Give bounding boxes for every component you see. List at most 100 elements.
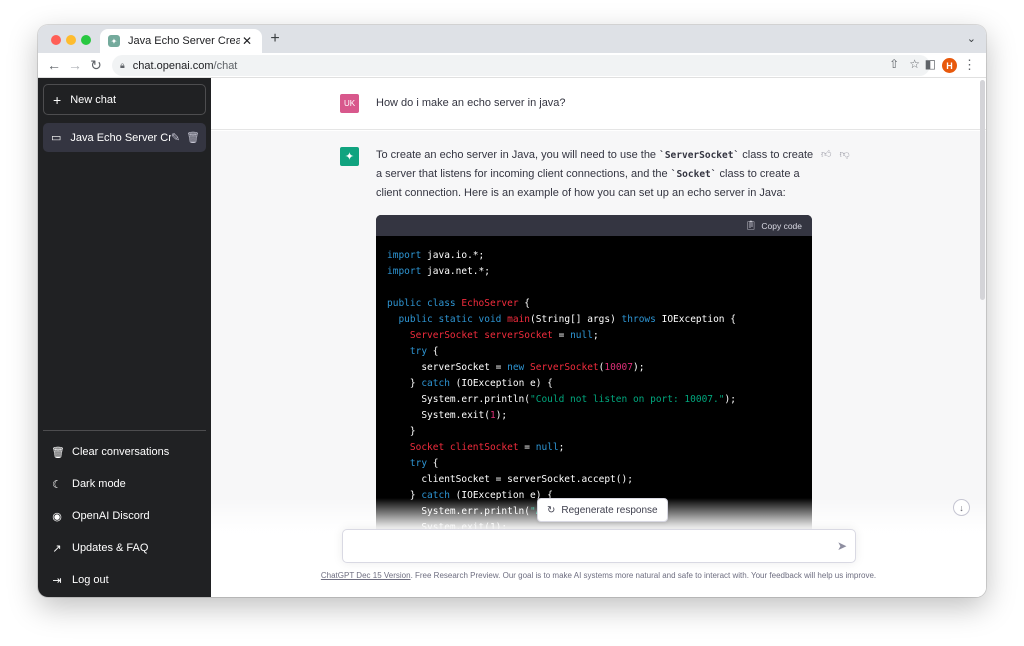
scrollbar-thumb[interactable]	[980, 80, 985, 300]
minimize-window-button[interactable]	[66, 35, 76, 45]
code-token: ;	[592, 330, 599, 341]
external-link-icon: ↗	[52, 542, 62, 555]
code-line: import java.net.*;	[387, 264, 801, 280]
forward-arrow-icon[interactable]: →	[67, 57, 83, 73]
scroll-down-button[interactable]: ↓	[953, 499, 970, 516]
code-token: System.exit(	[387, 410, 490, 421]
reload-icon[interactable]: ↻	[88, 57, 104, 73]
user-message: How do i make an echo server in java?	[376, 97, 566, 109]
version-link[interactable]: ChatGPT Dec 15 Version	[321, 571, 411, 580]
conversation-item[interactable]: ▭ Java Echo Server Crea ✎ 🗑︎	[43, 123, 206, 152]
clear-conversations-button[interactable]: 🗑︎ Clear conversations	[43, 436, 206, 468]
footer-text: . Free Research Preview. Our goal is to …	[410, 571, 877, 580]
log-out-label: Log out	[72, 574, 109, 586]
tab-search-chevron-icon[interactable]: ⌄	[967, 32, 976, 45]
code-token: serverSocket =	[387, 362, 508, 373]
code-token: try	[409, 458, 428, 469]
browser-window: ✦ Java Echo Server Creation ✕ + ⌄ ← → ↻ …	[38, 25, 986, 597]
url-host: chat.openai.com	[132, 59, 214, 72]
code-line: } catch (IOException e) {	[387, 376, 801, 392]
code-line: System.exit(1);	[387, 408, 801, 424]
assistant-text-part: To create an echo server in Java, you wi…	[376, 149, 660, 161]
updates-faq-link[interactable]: ↗ Updates & FAQ	[43, 532, 206, 564]
discord-icon: ◉	[52, 510, 62, 523]
assistant-message: To create an echo server in Java, you wi…	[376, 146, 816, 203]
code-token: }	[387, 426, 416, 437]
plus-icon: +	[53, 91, 62, 108]
code-token: );	[495, 410, 508, 421]
dark-mode-button[interactable]: ☾ Dark mode	[43, 468, 206, 500]
code-token: ;	[558, 442, 565, 453]
openai-discord-label: OpenAI Discord	[72, 510, 150, 522]
copy-code-button[interactable]: Copy code	[761, 221, 802, 231]
sidebar: + New chat ▭ Java Echo Server Crea ✎ 🗑︎ …	[38, 78, 211, 597]
chat-main: UK How do i make an echo server in java?…	[211, 78, 986, 597]
close-tab-icon[interactable]: ✕	[240, 34, 254, 48]
code-line: ServerSocket serverSocket = null;	[387, 328, 801, 344]
code-line: public class EchoServer {	[387, 296, 801, 312]
code-token: try	[409, 346, 428, 357]
code-token: {	[518, 298, 531, 309]
inline-code: `Socket`	[670, 169, 717, 180]
new-tab-button[interactable]: +	[267, 30, 283, 48]
maximize-window-button[interactable]	[81, 35, 91, 45]
openai-favicon-icon: ✦	[108, 35, 120, 47]
log-out-button[interactable]: ⇥ Log out	[43, 564, 206, 596]
chat-bubble-icon: ▭	[51, 132, 62, 144]
profile-avatar[interactable]: H	[942, 58, 957, 73]
code-token: public class	[387, 298, 456, 309]
close-window-button[interactable]	[51, 35, 61, 45]
send-arrow-icon[interactable]: ➤	[837, 539, 847, 553]
code-token: =	[518, 442, 536, 453]
trash-icon: 🗑︎	[51, 446, 65, 459]
code-line: serverSocket = new ServerSocket(10007);	[387, 360, 801, 376]
user-message-row: UK How do i make an echo server in java?	[211, 78, 986, 130]
code-body: import java.io.*; import java.net.*; publ…	[376, 236, 812, 535]
new-chat-button[interactable]: + New chat	[43, 84, 206, 115]
delete-trash-icon[interactable]: 🗑︎	[186, 131, 200, 144]
browser-menu-icon[interactable]: ⋮	[963, 57, 976, 73]
updates-faq-label: Updates & FAQ	[72, 542, 149, 554]
code-token: null	[570, 330, 593, 341]
footer-disclaimer: ChatGPT Dec 15 Version. Free Research Pr…	[211, 571, 986, 580]
browser-tab[interactable]: ✦ Java Echo Server Creation ✕	[100, 29, 262, 53]
regenerate-response-button[interactable]: ↻ Regenerate response	[537, 498, 668, 522]
code-token: public static void	[398, 314, 502, 325]
code-token: java.net.*;	[421, 266, 490, 277]
code-token: (IOException e) {	[449, 378, 553, 389]
share-icon[interactable]: ⇧	[889, 57, 899, 71]
code-token: java.io.*;	[421, 250, 485, 261]
code-token: );	[633, 362, 645, 373]
sidebar-menu: 🗑︎ Clear conversations ☾ Dark mode ◉ Ope…	[43, 436, 206, 596]
thumbs-up-icon[interactable]: 👍︎	[821, 148, 831, 160]
prompt-input[interactable]: ➤	[342, 529, 856, 563]
code-token: =	[552, 330, 571, 341]
code-block: 📋︎ Copy code import java.io.*; import jav…	[376, 215, 812, 535]
thumbs-down-icon[interactable]: 👎︎	[839, 148, 849, 160]
code-line: try {	[387, 456, 801, 472]
browser-toolbar: ← → ↻ 🔒︎ chat.openai.com/chat ⇧ ☆ ◧ H ⋮	[38, 53, 986, 78]
address-bar[interactable]: 🔒︎ chat.openai.com/chat	[112, 55, 930, 76]
code-token: (String[] args)	[530, 314, 622, 325]
openai-discord-link[interactable]: ◉ OpenAI Discord	[43, 500, 206, 532]
code-token: System.err.println(	[387, 394, 530, 405]
feedback-buttons: 👍︎ 👎︎	[821, 148, 850, 160]
code-token: );	[724, 394, 736, 405]
tab-strip: ✦ Java Echo Server Creation ✕ + ⌄	[38, 25, 986, 53]
code-token: Socket clientSocket	[409, 442, 519, 453]
dark-mode-label: Dark mode	[72, 478, 126, 490]
new-chat-label: New chat	[70, 93, 117, 106]
back-arrow-icon[interactable]: ←	[46, 57, 62, 73]
regenerate-label: Regenerate response	[561, 504, 658, 516]
code-line: }	[387, 424, 801, 440]
edit-pencil-icon[interactable]: ✎	[171, 131, 180, 144]
page-content: + New chat ▭ Java Echo Server Crea ✎ 🗑︎ …	[38, 78, 986, 597]
code-token: {	[427, 346, 439, 357]
sidebar-divider	[43, 430, 206, 431]
code-token: catch	[421, 378, 450, 389]
side-panel-icon[interactable]: ◧	[925, 57, 936, 71]
bookmark-star-icon[interactable]: ☆	[909, 57, 920, 71]
